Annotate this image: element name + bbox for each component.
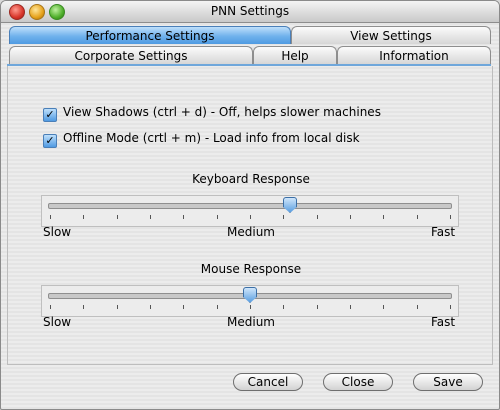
save-button[interactable]: Save [413,373,483,391]
tab-information[interactable]: Information [337,46,491,64]
view-shadows-checkbox[interactable]: ✓ [43,108,57,122]
slider-tick [50,215,51,219]
close-button[interactable]: Close [323,373,393,391]
tab-corporate-settings[interactable]: Corporate Settings [9,46,253,64]
slider-tick [450,305,451,309]
slider-tick [83,215,85,219]
slider-tick [250,305,251,309]
slider-tick [250,215,251,219]
slider-tick [216,305,218,309]
keyboard-fast-label: Fast [431,225,456,239]
window-title: PNN Settings [210,4,290,18]
slider-tick [150,305,151,309]
keyboard-response-slider[interactable] [41,195,459,227]
slider-tick [83,305,85,309]
tab-performance-settings[interactable]: Performance Settings [9,26,291,44]
keyboard-slow-label: Slow [43,225,72,239]
slider-tick [216,215,218,219]
slider-tick [150,215,151,219]
tab-view-settings[interactable]: View Settings [291,26,491,44]
keyboard-response-title: Keyboard Response [192,172,310,186]
settings-window: PNN Settings Performance Settings View S… [0,0,500,410]
view-shadows-option[interactable]: ✓ View Shadows (ctrl + d) - Off, helps sl… [43,105,381,122]
cancel-button[interactable]: Cancel [233,373,303,391]
tab-help[interactable]: Help [253,46,337,64]
slider-thumb[interactable] [283,197,297,213]
slider-tick [450,215,451,219]
offline-mode-label: Offline Mode (crtl + m) - Load info from… [63,131,360,145]
view-shadows-label: View Shadows (ctrl + d) - Off, helps slo… [63,105,381,119]
slider-track [48,203,452,209]
offline-mode-option[interactable]: ✓ Offline Mode (crtl + m) - Load info fro… [43,131,360,148]
slider-thumb[interactable] [243,287,257,303]
slider-tick [416,305,418,309]
slider-tick [383,215,385,219]
offline-mode-checkbox[interactable]: ✓ [43,134,57,148]
slider-tick [350,305,351,309]
slider-tick [183,305,185,309]
slider-tick [116,305,118,309]
slider-tick [316,215,318,219]
slider-tick [283,215,285,219]
title-bar: PNN Settings [1,1,499,23]
slider-tick [283,305,285,309]
slider-tick [350,215,351,219]
mouse-medium-label: Medium [227,315,275,329]
slider-tick [316,305,318,309]
slider-tick [383,305,385,309]
slider-tick [183,215,185,219]
slider-tick [50,305,51,309]
mouse-response-slider[interactable] [41,285,459,317]
keyboard-medium-label: Medium [227,225,275,239]
mouse-fast-label: Fast [431,315,456,329]
slider-tick [416,215,418,219]
mouse-response-title: Mouse Response [200,262,302,276]
mouse-slow-label: Slow [43,315,72,329]
slider-tick [116,215,118,219]
